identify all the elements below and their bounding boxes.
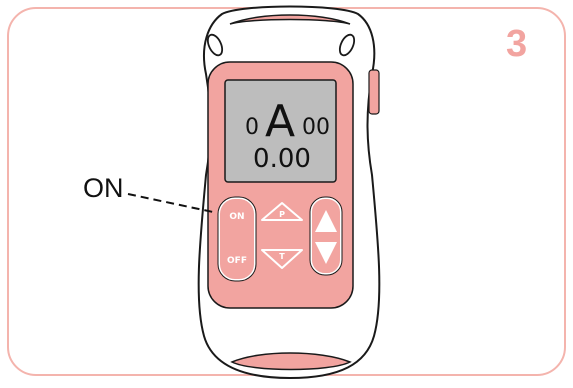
callout-label-on: ON — [83, 173, 124, 203]
lcd-mode-letter: A — [265, 96, 295, 147]
lcd-mode-prefix: 0 — [245, 115, 259, 140]
lcd-value: 0.00 — [253, 144, 311, 174]
program-button-label: P — [279, 210, 285, 219]
power-off-label: OFF — [227, 256, 247, 266]
power-on-label: ON — [229, 212, 244, 222]
timer-button-label: T — [279, 252, 285, 261]
power-button[interactable] — [218, 197, 256, 281]
lcd-mode-suffix: 00 — [302, 115, 330, 140]
instruction-illustration: 0 A 00 0.00 ON OFF P T 3 ON — [0, 0, 573, 383]
side-tab — [368, 69, 380, 115]
step-number: 3 — [506, 23, 528, 65]
